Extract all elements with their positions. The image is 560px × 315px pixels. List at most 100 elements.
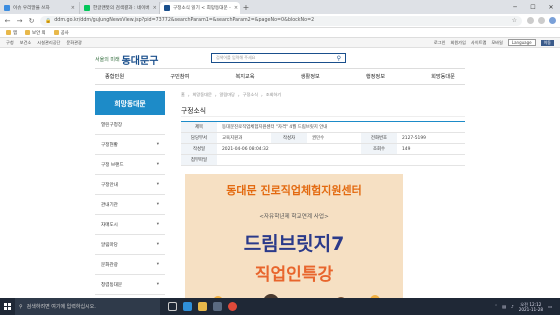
- sidebar-item[interactable]: 청렴동대문 ▾: [95, 275, 165, 295]
- taskbar-search-input[interactable]: ⚲ 검색하려면 여기에 입력하십시오.: [15, 298, 160, 315]
- nav-item-admin[interactable]: 행정정보: [366, 73, 385, 80]
- lock-icon: 🔒: [45, 17, 52, 24]
- browser-tab-1[interactable]: 이슈 우리말을 쓰자 ×: [0, 2, 80, 14]
- back-icon[interactable]: ←: [4, 17, 11, 25]
- post-views: 149: [402, 146, 411, 152]
- util-link-health[interactable]: 보건소: [20, 40, 32, 46]
- search-icon: ⚲: [19, 303, 23, 310]
- network-icon[interactable]: ▤: [502, 304, 506, 309]
- forward-icon[interactable]: →: [16, 17, 23, 25]
- windows-start-icon[interactable]: [0, 298, 15, 315]
- tab-label: 구정소식 읽기 < 희망동대문 -: [173, 6, 231, 11]
- table-row: 담당부서 교육지원과 작성자 권민수 전화번호 2127-5199: [181, 133, 465, 144]
- sidebar-item[interactable]: 알림마당 ▾: [95, 235, 165, 255]
- site-logo[interactable]: 서울의 미래 동대문구: [95, 52, 158, 67]
- chrome-icon[interactable]: [228, 302, 237, 311]
- post-poster-image: 동대문 진로직업체험지원센터 <자유학년제 학교연계 사업> 드림브릿지7 직업…: [185, 174, 403, 315]
- url-text: ddm.go.kr/ddm/guJungNewsView.jsp?pid=737…: [54, 18, 315, 23]
- apps-icon: [6, 30, 11, 35]
- minimize-icon[interactable]: ─: [506, 4, 524, 11]
- taskbar-apps: [168, 302, 237, 311]
- tab-label: 한글맨뜻의 검색결과 : 네이버: [93, 6, 150, 11]
- url-bar[interactable]: 🔒 ddm.go.kr/ddm/guJungNewsView.jsp?pid=7…: [40, 15, 522, 26]
- tab-favicon: [4, 5, 10, 11]
- os-taskbar: ⚲ 검색하려면 여기에 입력하십시오. ˄ ▤ ♪ 오전 12:12 2021-…: [0, 298, 560, 315]
- chevron-up-icon[interactable]: ˄: [495, 304, 497, 309]
- post-subject: 동대문진로직업체험지원센터 "자격" 4월 드림브릿지 안내: [222, 125, 328, 130]
- signup-link[interactable]: 회원가입: [450, 40, 465, 46]
- close-icon[interactable]: ×: [234, 5, 238, 11]
- task-view-icon[interactable]: [168, 302, 177, 311]
- login-link[interactable]: 로그인: [434, 40, 446, 46]
- bookmark-apps[interactable]: 앱: [6, 30, 17, 36]
- sidebar-item[interactable]: 열린구청장: [95, 115, 165, 135]
- sidebar-item[interactable]: 자매도시 ▾: [95, 215, 165, 235]
- sitemap-link[interactable]: 사이트맵: [471, 40, 486, 46]
- nav-item-welfare[interactable]: 복지교육: [235, 73, 254, 80]
- browser-tab-3[interactable]: 구정소식 읽기 < 희망동대문 - ×: [160, 2, 240, 14]
- bookmark-gongsa[interactable]: 공사: [53, 30, 69, 36]
- extension-icon[interactable]: [538, 17, 545, 24]
- sidebar-item[interactable]: 문화관광 ▾: [95, 255, 165, 275]
- main-content: 홈 › 희망동대문 › 알림마당 › 구정소식 › 조회하기 구정소식 제목 동대문진로…: [181, 91, 465, 166]
- language-select[interactable]: Language: [507, 39, 536, 46]
- extension-icon[interactable]: [527, 17, 534, 24]
- mobile-link[interactable]: 모바일: [491, 40, 503, 46]
- site-utility-bar: 구청 보건소 시설관리공단 문화관광 로그인 회원가입 사이트맵 모바일 Lan…: [0, 38, 560, 48]
- extensions-area: [527, 17, 556, 24]
- site-header: 서울의 미래 동대문구 검색어를 입력해 주세요 ⚲: [0, 48, 560, 68]
- maximize-icon[interactable]: ☐: [524, 4, 542, 11]
- close-window-icon[interactable]: ✕: [542, 4, 560, 11]
- table-row: 작성일 2021-04-06 08:04:32 조회수 149: [181, 144, 465, 155]
- sidebar-item[interactable]: 구정안내 ▾: [95, 175, 165, 195]
- explorer-icon[interactable]: [198, 302, 207, 311]
- browser-tab-2[interactable]: 한글맨뜻의 검색결과 : 네이버 ×: [80, 2, 160, 14]
- volume-icon[interactable]: ♪: [511, 304, 514, 309]
- tab-label: 이슈 우리말을 쓰자: [13, 6, 50, 11]
- store-icon[interactable]: [213, 302, 222, 311]
- sidebar-item[interactable]: 구정 브랜드 ▾: [95, 155, 165, 175]
- util-link-gucheong[interactable]: 구청: [6, 40, 14, 46]
- close-icon[interactable]: ×: [71, 5, 75, 11]
- chevron-down-icon: ▾: [156, 282, 159, 287]
- tab-favicon: [84, 5, 90, 11]
- sidebar-item[interactable]: 관내기관 ▾: [95, 195, 165, 215]
- search-icon[interactable]: ⚲: [337, 55, 341, 62]
- site-search-input[interactable]: 검색어를 입력해 주세요 ⚲: [211, 53, 346, 63]
- chevron-down-icon: ▾: [156, 242, 159, 247]
- util-link-culture[interactable]: 문화관광: [66, 40, 81, 46]
- chevron-down-icon: ▾: [156, 162, 159, 167]
- search-placeholder: 검색어를 입력해 주세요: [216, 55, 256, 60]
- reload-icon[interactable]: ↻: [28, 17, 35, 25]
- util-link-facility[interactable]: 시설관리공단: [37, 40, 60, 46]
- chevron-down-icon: ▾: [156, 182, 159, 187]
- close-icon[interactable]: ×: [153, 5, 157, 11]
- bookmark-security[interactable]: 보안 외: [25, 30, 46, 36]
- nav-item-participation[interactable]: 구민참여: [170, 73, 189, 80]
- post-dept: 교육지원과: [222, 136, 243, 141]
- folder-icon: [25, 30, 31, 35]
- new-tab-button[interactable]: +: [240, 2, 252, 14]
- post-date: 2021-04-06 08:04:32: [222, 146, 269, 152]
- sidebar-title: 희망동대문: [95, 91, 165, 115]
- sidebar-item[interactable]: 구정현황 ▾: [95, 135, 165, 155]
- language-go-button[interactable]: 이동: [540, 39, 554, 46]
- taskbar-clock[interactable]: 오전 12:12 2021-11-28: [519, 302, 543, 312]
- chevron-down-icon: ▾: [156, 222, 159, 227]
- window-controls: ─ ☐ ✕: [506, 0, 560, 14]
- profile-avatar[interactable]: [549, 17, 556, 24]
- bookmark-star-icon[interactable]: ☆: [512, 17, 517, 24]
- table-row: 제목 동대문진로직업체험지원센터 "자격" 4월 드림브릿지 안내: [181, 122, 465, 133]
- post-detail-table: 제목 동대문진로직업체험지원센터 "자격" 4월 드림브릿지 안내 담당부서 교…: [181, 121, 465, 166]
- home-icon[interactable]: 홈: [181, 92, 185, 98]
- nav-item-hope[interactable]: 희망동대문: [431, 73, 455, 80]
- chevron-down-icon: ▾: [156, 202, 159, 207]
- nav-item-civil[interactable]: 종합민원: [105, 73, 124, 80]
- edge-icon[interactable]: [183, 302, 192, 311]
- chevron-down-icon: ▾: [156, 262, 159, 267]
- notification-icon[interactable]: ▭: [548, 304, 552, 309]
- breadcrumb: 홈 › 희망동대문 › 알림마당 › 구정소식 › 조회하기: [181, 92, 282, 98]
- nav-item-life[interactable]: 생활정보: [301, 73, 320, 80]
- post-author: 권민수: [312, 136, 325, 141]
- bookmarks-bar: 앱 보안 외 공사: [0, 28, 560, 38]
